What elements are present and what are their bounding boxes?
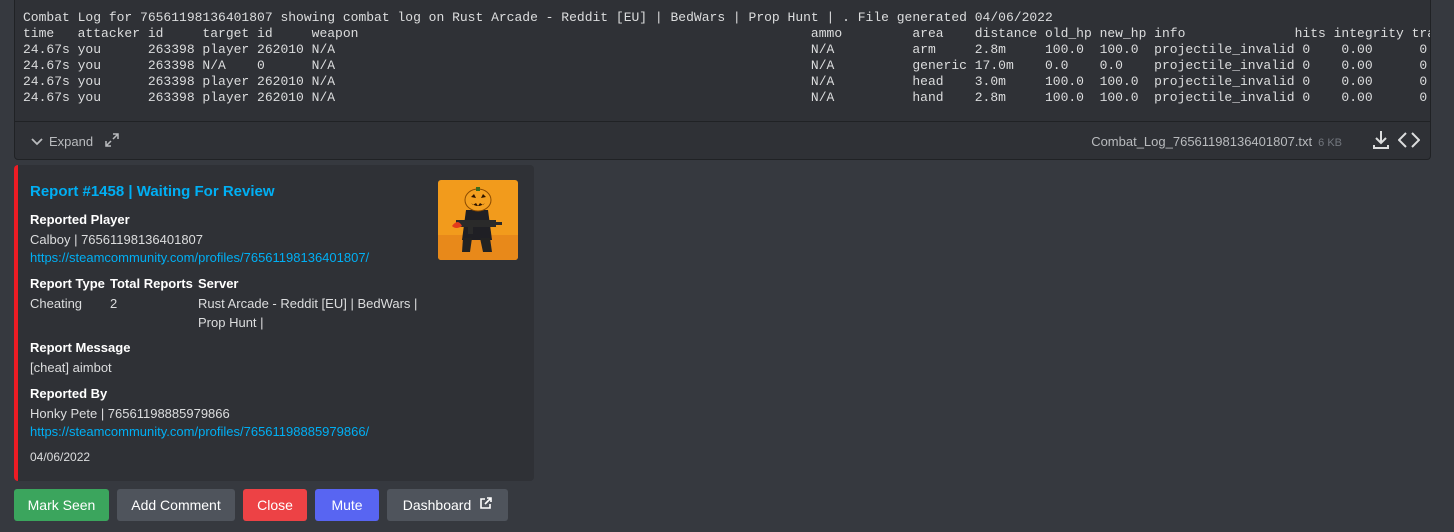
mark-seen-label: Mark Seen bbox=[27, 497, 96, 513]
add-comment-button[interactable]: Add Comment bbox=[117, 489, 235, 521]
reported-by-label: Reported By bbox=[30, 386, 108, 401]
log-line: 24.67s you 263398 player 262010 N/A N/A … bbox=[23, 90, 1430, 105]
log-line: 24.67s you 263398 N/A 0 N/A N/A generic … bbox=[23, 58, 1430, 73]
server-label: Server bbox=[198, 276, 239, 291]
reported-player-value: Calboy | 76561198136401807 bbox=[30, 232, 204, 247]
file-attachment: Combat Log for 76561198136401807 showing… bbox=[14, 0, 1431, 160]
total-reports-value: 2 bbox=[110, 296, 118, 311]
reported-player-link[interactable]: https://steamcommunity.com/profiles/7656… bbox=[30, 250, 369, 265]
log-line: Combat Log for 76561198136401807 showing… bbox=[23, 10, 1053, 25]
report-message-value: [cheat] aimbot bbox=[30, 360, 112, 375]
file-name: Combat_Log_76561198136401807.txt 6 KB bbox=[1091, 134, 1342, 149]
attachment-footer: Expand Combat_Log_76561198136401807.txt 6… bbox=[15, 121, 1430, 160]
chevron-down-icon bbox=[31, 134, 49, 149]
combat-log-preview: Combat Log for 76561198136401807 showing… bbox=[15, 0, 1430, 110]
dashboard-button[interactable]: Dashboard bbox=[387, 489, 508, 521]
log-line: 24.67s you 263398 player 262010 N/A N/A … bbox=[23, 42, 1430, 57]
download-icon[interactable] bbox=[1372, 130, 1390, 155]
reported-player-label: Reported Player bbox=[30, 212, 130, 227]
close-button[interactable]: Close bbox=[243, 489, 307, 521]
report-embed: Report #1458 | Waiting For Review Report… bbox=[14, 165, 534, 481]
dashboard-label: Dashboard bbox=[402, 497, 472, 513]
log-line: 24.67s you 263398 player 262010 N/A N/A … bbox=[23, 74, 1430, 89]
mute-label: Mute bbox=[331, 497, 363, 513]
embed-footer-date: 04/06/2022 bbox=[30, 450, 91, 464]
reported-by-link[interactable]: https://steamcommunity.com/profiles/7656… bbox=[30, 424, 369, 439]
file-name-text: Combat_Log_76561198136401807.txt bbox=[1091, 134, 1313, 149]
external-link-icon bbox=[471, 497, 493, 513]
report-message-label: Report Message bbox=[30, 340, 131, 355]
mark-seen-button[interactable]: Mark Seen bbox=[14, 489, 109, 521]
expand-arrows-icon[interactable] bbox=[105, 133, 125, 150]
expand-button[interactable]: Expand bbox=[31, 133, 125, 150]
total-reports-label: Total Reports bbox=[110, 276, 193, 291]
server-value-line2: Prop Hunt | bbox=[198, 315, 264, 330]
code-icon[interactable] bbox=[1397, 131, 1421, 154]
close-label: Close bbox=[257, 497, 293, 513]
mute-button[interactable]: Mute bbox=[315, 489, 379, 521]
pumpkin-head-gunman-avatar[interactable] bbox=[438, 180, 518, 260]
embed-title[interactable]: Report #1458 | Waiting For Review bbox=[30, 183, 275, 200]
report-type-value: Cheating bbox=[30, 296, 83, 311]
add-comment-label: Add Comment bbox=[131, 497, 221, 513]
expand-label: Expand bbox=[49, 134, 94, 149]
file-size: 6 KB bbox=[1318, 137, 1342, 149]
reported-by-value: Honky Pete | 76561198885979866 bbox=[30, 406, 230, 421]
log-line: time attacker id target id weapon ammo a… bbox=[23, 26, 1430, 41]
server-value-line1: Rust Arcade - Reddit [EU] | BedWars | bbox=[198, 296, 418, 311]
report-type-label: Report Type bbox=[30, 276, 105, 291]
